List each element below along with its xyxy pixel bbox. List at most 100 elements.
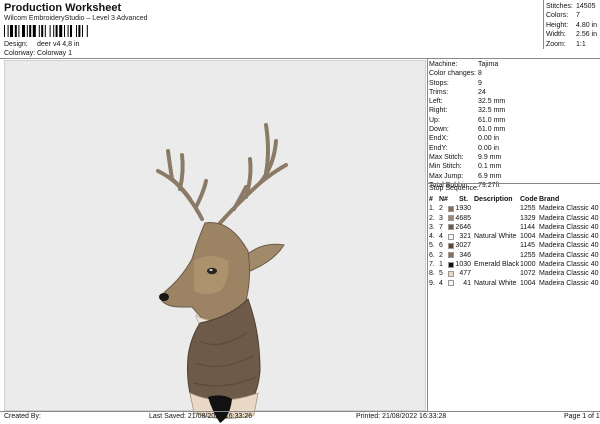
thread-color-swatch — [448, 215, 454, 222]
thread-code: 1145 — [520, 242, 536, 250]
stitch-count: 2646 — [455, 223, 471, 231]
deer-embroidery-image — [156, 123, 288, 423]
table-row: 9. 4 41 Natural White 1004 Madeira Classic 40 — [429, 279, 599, 288]
thread-code: 1004 — [520, 279, 536, 287]
machine-info-label: Left: — [429, 98, 443, 106]
thread-code: 1255 — [520, 205, 536, 213]
thread-color-swatch — [448, 243, 454, 250]
colorway-label: Colorway: — [4, 50, 36, 57]
thread-color-swatch — [448, 270, 454, 277]
thread-color-swatch — [448, 261, 454, 268]
stitch-count: 1930 — [455, 205, 471, 213]
needle-number: 2 — [439, 251, 443, 259]
thread-code: 1144 — [520, 223, 536, 231]
stat-row: Colors: 7 — [546, 12, 580, 20]
machine-info-label: Max Jump: — [429, 172, 464, 180]
page-number: Page 1 of 1 — [564, 413, 600, 420]
machine-info-label: EndX: — [429, 135, 449, 143]
needle-number: 7 — [439, 223, 443, 231]
machine-info-value: 24 — [478, 88, 486, 96]
needle-number: 4 — [439, 233, 443, 241]
stat-row: Height: 4.80 in — [546, 21, 598, 29]
header-divider — [0, 58, 600, 59]
machine-info-label: Min Stitch: — [429, 163, 462, 171]
thread-brand: Madeira Classic 40 — [539, 223, 599, 231]
machine-info-value: Tajima — [478, 61, 499, 68]
machine-info-value: 8 — [478, 70, 482, 78]
table-row: 6. 2 346 1255 Madeira Classic 40 — [429, 251, 599, 260]
thread-code: 1004 — [520, 233, 536, 241]
machine-info-label: Down: — [429, 126, 449, 134]
machine-info-value: 0.1 mm — [478, 163, 502, 171]
machine-info-value: 32.5 mm — [478, 107, 506, 115]
needle-number: 5 — [439, 270, 443, 278]
machine-info-row: Stops: 9 — [429, 79, 599, 88]
table-row: 8. 5 477 1072 Madeira Classic 40 — [429, 269, 599, 278]
stop-sequence-table: # N# St. Description Code Brand 1. 2 1930 1… — [429, 195, 599, 288]
thread-brand: Madeira Classic 40 — [539, 205, 599, 213]
table-row: 4. 4 321 Natural White 1004 Madeira Classic 4… — [429, 232, 599, 241]
stat-row: Stitches: 14505 — [546, 3, 596, 10]
table-header: # N# St. Description Code Brand — [429, 196, 560, 203]
thread-code: 1000 — [520, 261, 536, 269]
machine-info: Machine: Tajima Color changes: 8 Stops: 9 Trim… — [429, 60, 599, 190]
stitch-count: 3027 — [455, 242, 471, 250]
thread-brand: Madeira Classic 40 — [539, 233, 599, 241]
machine-info-label: EndY: — [429, 144, 448, 152]
footer-divider — [0, 411, 600, 412]
stop-number: 9. — [429, 279, 435, 287]
machine-info-row: Color changes: 8 — [429, 69, 599, 78]
printed-date: Printed: 21/08/2022 16:33:28 — [356, 413, 447, 420]
design-line: Design: deer v4 4,8 in — [4, 41, 79, 48]
machine-info-label: Stops: — [429, 79, 449, 87]
stop-number: 3. — [429, 223, 435, 231]
machine-info-value: 9 — [478, 79, 482, 87]
stitch-count: 321 — [459, 233, 471, 241]
stop-number: 7. — [429, 261, 435, 269]
machine-info-value: 32.5 mm — [478, 98, 506, 106]
thread-code: 1329 — [520, 214, 536, 222]
table-row: 2. 3 4685 1329 Madeira Classic 40 — [429, 214, 599, 223]
machine-info-row: EndY: 0.00 in — [429, 144, 599, 153]
machine-info-value: 0.00 in — [478, 135, 500, 143]
machine-info-row: Trims: 24 — [429, 88, 599, 97]
thread-color-swatch — [448, 205, 454, 212]
table-row: 1. 2 1930 1255 Madeira Classic 40 — [429, 204, 599, 213]
machine-info-label: Right: — [429, 107, 448, 115]
stop-number: 8. — [429, 270, 435, 278]
needle-number: 2 — [439, 205, 443, 213]
machine-info-label: Max Stitch: — [429, 153, 464, 161]
machine-info-row: Down: 61.0 mm — [429, 125, 599, 134]
table-body: 1. 2 1930 1255 Madeira Classic 40 2. 3 4685 1329… — [429, 204, 599, 288]
machine-info-row: EndX: 0.00 in — [429, 134, 599, 143]
thread-color-swatch — [448, 224, 454, 231]
thread-code: 1072 — [520, 270, 536, 278]
sequence-divider — [428, 183, 600, 184]
machine-info-label: Up: — [429, 116, 440, 124]
stats-divider — [543, 0, 544, 49]
stat-row: Width: 2.56 in — [546, 31, 598, 39]
stitch-count: 4685 — [455, 214, 471, 222]
stop-number: 6. — [429, 251, 435, 259]
stop-number: 4. — [429, 233, 435, 241]
thread-brand: Madeira Classic 40 — [539, 270, 599, 278]
thread-brand: Madeira Classic 40 — [539, 251, 599, 259]
thread-brand: Madeira Classic 40 — [539, 214, 599, 222]
table-row: 5. 6 3027 1145 Madeira Classic 40 — [429, 241, 599, 250]
machine-info-row: Max Stitch: 9.9 mm — [429, 153, 599, 162]
thread-color-swatch — [448, 233, 454, 240]
machine-info-value: 9.9 mm — [478, 153, 502, 161]
thread-code: 1255 — [520, 251, 536, 259]
stitch-count: 41 — [463, 279, 471, 287]
design-value: deer v4 4,8 in — [37, 41, 80, 48]
stop-number: 2. — [429, 214, 435, 222]
stop-number: 5. — [429, 242, 435, 250]
thread-brand: Madeira Classic 40 — [539, 279, 599, 287]
machine-info-row: Up: 61.0 mm — [429, 116, 599, 125]
table-row: 7. 1 1030 Emerald Black 1000 Madeira Classic … — [429, 260, 599, 269]
stat-row: Zoom: 1:1 — [546, 40, 586, 48]
barcode — [4, 25, 88, 37]
needle-number: 3 — [439, 214, 443, 222]
stitch-count: 346 — [459, 251, 471, 259]
created-by: Created By: — [4, 413, 41, 420]
